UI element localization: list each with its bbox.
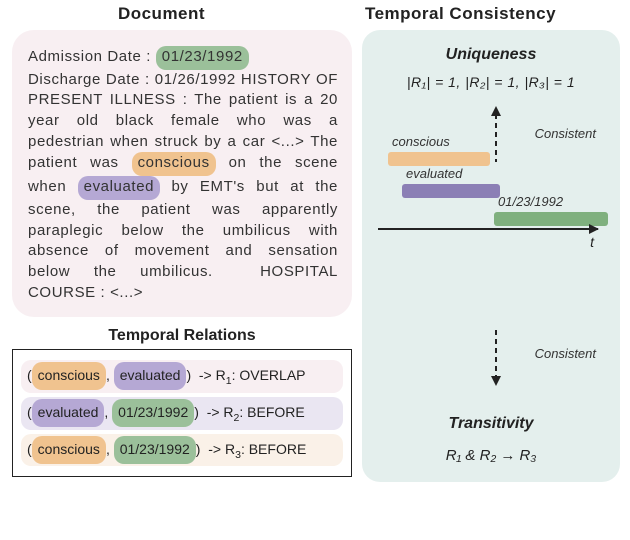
relations-title: Temporal Relations xyxy=(12,327,352,345)
bar-conscious xyxy=(388,152,490,166)
relation-index: 3 xyxy=(235,448,241,460)
axis-label-t: t xyxy=(590,234,594,250)
section-title-document: Document xyxy=(12,4,311,24)
bar-evaluated xyxy=(402,184,500,198)
highlight-admission-date: 01/23/1992 xyxy=(156,46,249,70)
relation-label: BEFORE xyxy=(249,441,307,457)
relation-label: BEFORE xyxy=(247,404,305,420)
highlight-conscious: conscious xyxy=(32,436,106,464)
relation-index: 2 xyxy=(234,412,240,424)
relation-label: OVERLAP xyxy=(239,367,305,383)
bar-label-conscious: conscious xyxy=(392,134,450,149)
highlight-conscious: conscious xyxy=(32,362,106,390)
uniqueness-title: Uniqueness xyxy=(374,46,608,64)
transitivity-formula: R₁ & R₂ → R₃ xyxy=(362,447,620,464)
doc-text: Discharge Date : xyxy=(28,71,155,88)
relation-index: 1 xyxy=(226,375,232,387)
consistent-label: Consistent xyxy=(535,346,596,361)
highlight-date: 01/23/1992 xyxy=(112,399,194,427)
relation-row: (conscious, 01/23/1992) -> R3: BEFORE xyxy=(21,434,343,467)
highlight-conscious: conscious xyxy=(132,152,216,176)
highlight-evaluated: evaluated xyxy=(32,399,105,427)
doc-text: Admission Date : xyxy=(28,48,156,65)
document-card: Admission Date : 01/23/1992 Discharge Da… xyxy=(12,30,352,317)
bar-label-evaluated: evaluated xyxy=(406,166,462,181)
section-title-consistency: Temporal Consistency xyxy=(311,4,618,24)
relations-box: (conscious, evaluated) -> R1: OVERLAP (e… xyxy=(12,349,352,477)
relation-symbol: R xyxy=(225,441,235,457)
arrow-down-dashed xyxy=(490,330,492,386)
consistency-card: Uniqueness |R₁| = 1, |R₂| = 1, |R₃| = 1 … xyxy=(362,30,620,482)
highlight-evaluated: evaluated xyxy=(78,176,160,200)
uniqueness-formula: |R₁| = 1, |R₂| = 1, |R₃| = 1 xyxy=(374,74,608,90)
highlight-evaluated: evaluated xyxy=(114,362,187,390)
relation-row: (conscious, evaluated) -> R1: OVERLAP xyxy=(21,360,343,393)
relation-symbol: R xyxy=(223,404,233,420)
timeline-axis xyxy=(378,228,598,230)
relation-symbol: R xyxy=(216,367,226,383)
doc-text: 01/26/1992 xyxy=(155,71,236,88)
transitivity-title: Transitivity xyxy=(362,415,620,433)
timeline: conscious evaluated 01/23/1992 t xyxy=(374,104,608,274)
bar-label-date: 01/23/1992 xyxy=(498,194,563,209)
relation-row: (evaluated, 01/23/1992) -> R2: BEFORE xyxy=(21,397,343,430)
highlight-date: 01/23/1992 xyxy=(114,436,196,464)
doc-text: by EMT's but at the scene, the patient w… xyxy=(28,178,338,300)
